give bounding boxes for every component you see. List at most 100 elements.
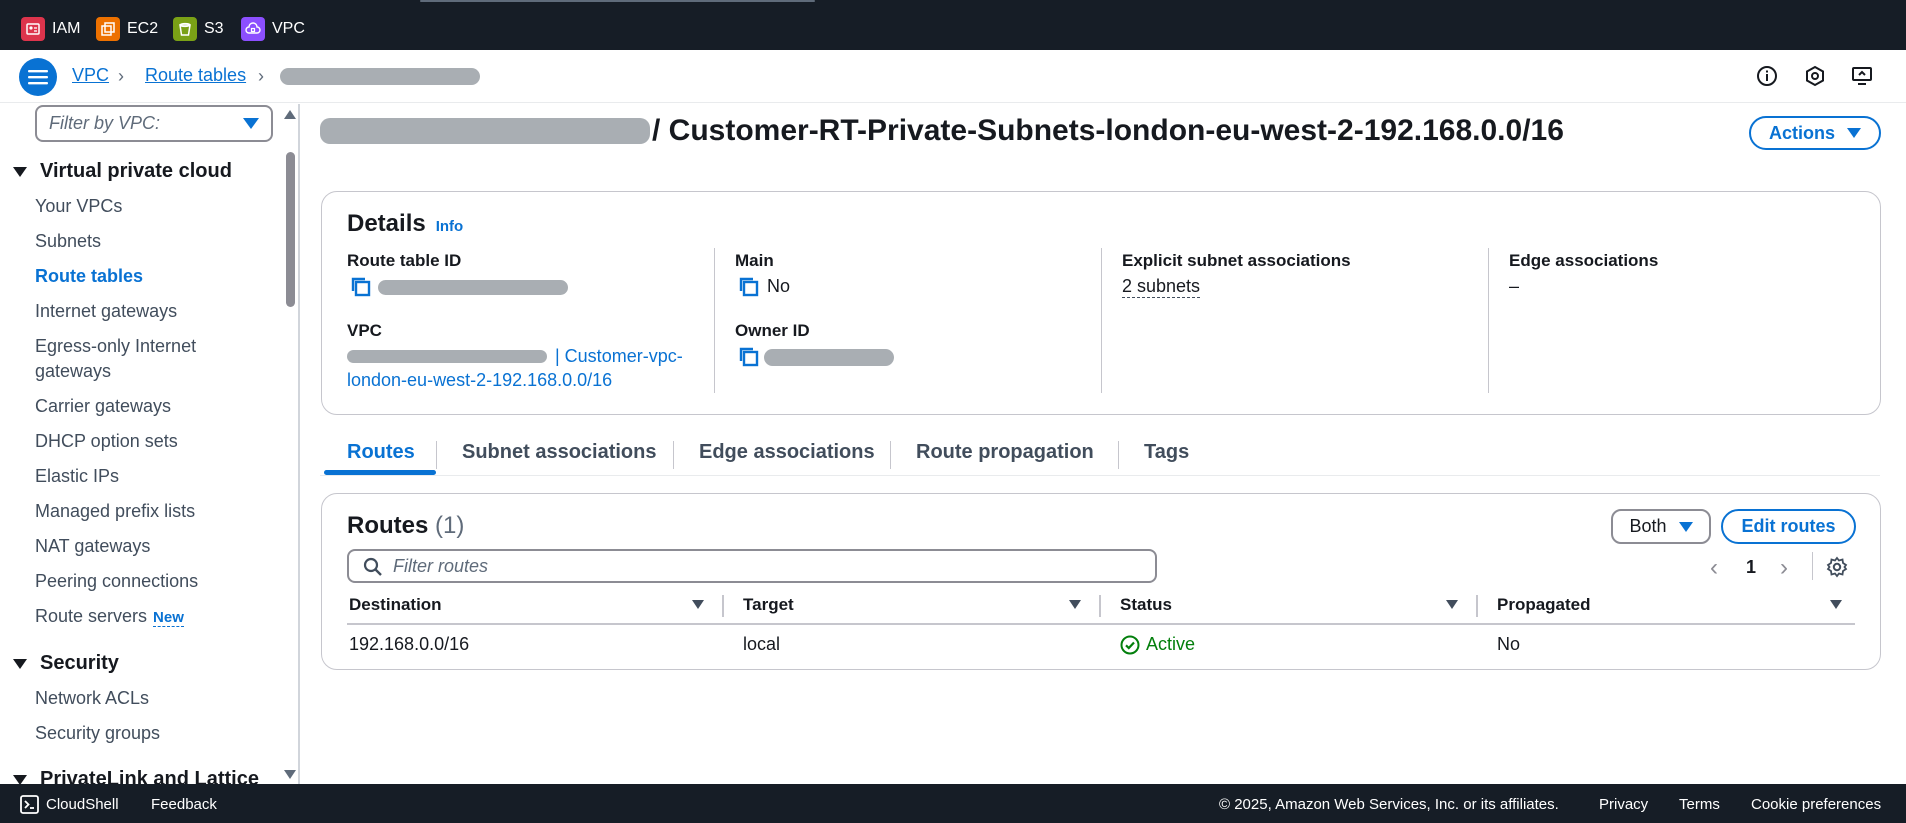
filter-routes-input[interactable]: Filter routes — [347, 549, 1157, 583]
redacted-route-table-id — [280, 68, 480, 85]
sidebar-item-route-tables[interactable]: Route tables — [35, 264, 235, 289]
main-label: Main — [735, 251, 774, 270]
iam-service-icon — [21, 17, 45, 41]
sidebar-item-nat-gateways[interactable]: NAT gateways — [35, 534, 235, 559]
breadcrumb-route-tables[interactable]: Route tables — [145, 65, 246, 86]
section-privatelink-and-lattice[interactable]: PrivateLink and Lattice — [13, 768, 259, 784]
side-navigation-toggle[interactable] — [19, 58, 57, 96]
info-link[interactable]: Info — [436, 218, 464, 235]
section-virtual-private-cloud[interactable]: Virtual private cloud — [13, 160, 232, 183]
tabs-divider — [320, 475, 1880, 476]
redacted-route-table-id — [320, 118, 650, 144]
section-security[interactable]: Security — [13, 652, 119, 675]
sidebar-item-elastic-ips[interactable]: Elastic IPs — [35, 464, 235, 489]
favorite-ec2-label: EC2 — [127, 20, 159, 37]
column-header-status[interactable]: Status — [1120, 595, 1172, 615]
vpc-link-line2[interactable]: london-eu-west-2-192.168.0.0/16 — [347, 368, 612, 393]
tab-edge-associations[interactable]: Edge associations — [699, 441, 875, 464]
cloudshell-icon[interactable] — [20, 795, 39, 814]
route-filter-select[interactable]: Both — [1611, 509, 1711, 544]
cell-status: Active — [1120, 634, 1195, 655]
status-success-icon — [1120, 635, 1140, 654]
cookie-preferences-link[interactable]: Cookie preferences — [1751, 796, 1881, 813]
privacy-link[interactable]: Privacy — [1599, 796, 1648, 813]
sidebar-item-route-servers[interactable]: Route servers New — [35, 604, 235, 630]
gear-icon[interactable] — [1826, 556, 1848, 578]
sidebar-item-internet-gateways[interactable]: Internet gateways — [35, 299, 235, 324]
copyright-text: © 2025, Amazon Web Services, Inc. or its… — [1219, 796, 1559, 813]
column-divider — [714, 248, 715, 393]
scroll-down-arrow[interactable] — [284, 770, 296, 779]
cell-propagated: No — [1497, 634, 1521, 654]
actions-button[interactable]: Actions — [1749, 116, 1881, 150]
sidebar-item-security-groups[interactable]: Security groups — [35, 721, 235, 746]
cloudshell-link[interactable]: CloudShell — [46, 796, 119, 813]
sort-caret-icon[interactable] — [1830, 600, 1842, 609]
sidebar-item-carrier-gateways[interactable]: Carrier gateways — [35, 394, 235, 419]
sort-caret-icon[interactable] — [692, 600, 704, 609]
column-divider[interactable] — [1476, 595, 1478, 617]
favorite-iam[interactable]: IAM — [21, 17, 80, 41]
next-page-icon[interactable]: › — [1780, 554, 1788, 582]
sidebar-item-egress-only-internet-gateways[interactable]: Egress-only Internet gateways — [35, 334, 235, 384]
favorite-vpc-label: VPC — [272, 20, 305, 37]
terms-link[interactable]: Terms — [1679, 796, 1720, 813]
column-header-propagated[interactable]: Propagated — [1497, 595, 1591, 615]
tab-routes[interactable]: Routes — [347, 441, 415, 464]
copy-icon[interactable] — [738, 276, 760, 298]
table-header-divider — [347, 623, 1855, 625]
vpc-service-icon — [241, 17, 265, 41]
scroll-up-arrow[interactable] — [284, 110, 296, 119]
edge-associations-value: – — [1509, 276, 1520, 296]
tab-strip-fragment — [420, 0, 815, 2]
redacted-owner-id — [764, 349, 894, 366]
redacted-vpc-id — [347, 350, 547, 363]
tab-route-propagation[interactable]: Route propagation — [916, 441, 1094, 464]
vpc-link-line1[interactable]: | Customer-vpc- — [555, 344, 683, 369]
screen-share-icon[interactable] — [1850, 64, 1874, 88]
side-navigation: Filter by VPC: Virtual private cloud You… — [0, 104, 300, 784]
search-icon — [363, 557, 382, 576]
column-header-target[interactable]: Target — [743, 595, 794, 615]
column-divider[interactable] — [722, 595, 724, 617]
tab-tags[interactable]: Tags — [1144, 441, 1189, 464]
tab-separator — [436, 441, 437, 469]
cell-target: local — [743, 634, 781, 654]
sidebar-item-your-vpcs[interactable]: Your VPCs — [35, 194, 235, 219]
caret-down-icon — [13, 774, 27, 784]
copy-icon[interactable] — [350, 276, 372, 298]
sidebar-scrollbar-thumb[interactable] — [286, 152, 295, 307]
sidebar-item-network-acls[interactable]: Network ACLs — [35, 686, 235, 711]
copy-icon[interactable] — [738, 346, 760, 368]
column-divider[interactable] — [1099, 595, 1101, 617]
filter-by-vpc-placeholder: Filter by VPC: — [49, 113, 161, 133]
page-number[interactable]: 1 — [1746, 557, 1756, 578]
tab-subnet-associations[interactable]: Subnet associations — [462, 441, 657, 464]
sort-caret-icon[interactable] — [1069, 600, 1081, 609]
previous-page-icon[interactable]: ‹ — [1710, 554, 1718, 582]
page-title: / Customer-RT-Private-Subnets-london-eu-… — [652, 114, 1564, 147]
favorite-vpc[interactable]: VPC — [241, 17, 305, 41]
sidebar-item-subnets[interactable]: Subnets — [35, 229, 235, 254]
breadcrumb-vpc[interactable]: VPC — [72, 65, 109, 86]
routes-heading: Routes — [347, 512, 429, 539]
redacted-route-table-id — [378, 280, 568, 295]
sidebar-item-managed-prefix-lists[interactable]: Managed prefix lists — [35, 499, 235, 524]
sort-caret-icon[interactable] — [1446, 600, 1458, 609]
favorite-s3[interactable]: S3 — [173, 17, 224, 41]
favorite-ec2[interactable]: EC2 — [96, 17, 158, 41]
filter-by-vpc-select[interactable]: Filter by VPC: — [35, 105, 273, 142]
sidebar-item-peering-connections[interactable]: Peering connections — [35, 569, 235, 594]
column-header-destination[interactable]: Destination — [349, 595, 442, 615]
sidebar-item-dhcp-option-sets[interactable]: DHCP option sets — [35, 429, 235, 454]
caret-down-icon — [13, 166, 27, 177]
details-title: Details Info — [347, 210, 463, 238]
settings-hexagon-icon[interactable] — [1803, 64, 1827, 88]
feedback-link[interactable]: Feedback — [151, 796, 217, 813]
s3-service-icon — [173, 17, 197, 41]
tab-separator — [890, 441, 891, 469]
explicit-subnet-associations-value[interactable]: 2 subnets — [1122, 276, 1201, 298]
edit-routes-button[interactable]: Edit routes — [1721, 509, 1856, 544]
owner-id-label: Owner ID — [735, 321, 810, 340]
info-icon[interactable] — [1755, 64, 1779, 88]
